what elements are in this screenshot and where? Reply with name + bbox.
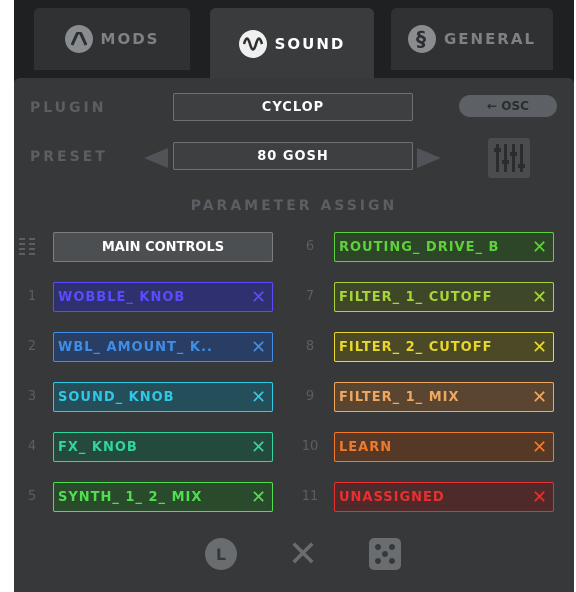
remove-assignment-icon[interactable]: ✕ (527, 437, 553, 458)
parameter-slot-label: UNASSIGNED (339, 489, 445, 505)
parameter-slot-label: FILTER_ 1_ MIX (339, 389, 460, 405)
preset-select[interactable]: 80 GOSH (173, 142, 413, 170)
main-controls-button[interactable]: MAIN CONTROLS (53, 232, 273, 262)
sound-panel: PLUGIN CYCLOP ← OSC PRESET 80 GOSH PARAM… (14, 78, 574, 592)
mixer-sliders-icon[interactable] (488, 138, 530, 178)
preset-label: PRESET (30, 149, 108, 165)
slot-number: 7 (305, 289, 315, 304)
list-icon (19, 238, 39, 256)
parameter-slot-label: LEARN (339, 439, 393, 455)
parameter-slot[interactable]: FX_ KNOB ✕ (53, 432, 273, 462)
clear-all-button[interactable]: ✕ (287, 534, 319, 575)
parameter-slot[interactable]: LEARN ✕ (334, 432, 554, 462)
remove-assignment-icon[interactable]: ✕ (246, 387, 272, 408)
parameter-slot[interactable]: SOUND_ KNOB ✕ (53, 382, 273, 412)
parameter-slot-label: ROUTING_ DRIVE_ B (339, 239, 500, 255)
slot-number: 11 (301, 489, 319, 504)
prev-preset-arrow-icon[interactable] (144, 148, 168, 168)
parameter-slot[interactable]: UNASSIGNED ✕ (334, 482, 554, 512)
randomize-dice-icon[interactable] (369, 538, 401, 570)
tab-sound-label: SOUND (274, 35, 346, 53)
tab-general-label: GENERAL (443, 30, 537, 48)
parameter-slot[interactable]: WBL_ AMOUNT_ K.. ✕ (53, 332, 273, 362)
next-preset-arrow-icon[interactable] (417, 148, 441, 168)
remove-assignment-icon[interactable]: ✕ (246, 487, 272, 508)
remove-assignment-icon[interactable]: ✕ (527, 287, 553, 308)
parameter-slot[interactable]: FILTER_ 1_ MIX ✕ (334, 382, 554, 412)
clear-icon: ✕ (287, 533, 319, 575)
parameter-slot-label: WBL_ AMOUNT_ K.. (58, 339, 213, 355)
parameter-slot-label: FILTER_ 2_ CUTOFF (339, 339, 493, 355)
slot-number: 9 (305, 389, 315, 404)
parameter-slot[interactable]: WOBBLE_ KNOB ✕ (53, 282, 273, 312)
parameter-slot-label: SOUND_ KNOB (58, 389, 175, 405)
tab-general[interactable]: § GENERAL (391, 8, 553, 70)
parameter-slot[interactable]: SYNTH_ 1_ 2_ MIX ✕ (53, 482, 273, 512)
parameter-slot-label: FILTER_ 1_ CUTOFF (339, 289, 493, 305)
parameter-slot-label: SYNTH_ 1_ 2_ MIX (58, 489, 203, 505)
plugin-label: PLUGIN (30, 100, 107, 116)
slot-number: 4 (27, 439, 37, 454)
sine-wave-icon (238, 30, 267, 58)
plugin-window: MODS SOUND § GENERAL PLUGIN CYCLOP ← OSC… (14, 0, 574, 592)
parameter-slot-label: FX_ KNOB (58, 439, 138, 455)
lock-button[interactable]: L (205, 538, 237, 570)
slot-number: 2 (27, 339, 37, 354)
parameter-slot[interactable]: FILTER_ 1_ CUTOFF ✕ (334, 282, 554, 312)
slot-number: 5 (27, 489, 37, 504)
remove-assignment-icon[interactable]: ✕ (527, 337, 553, 358)
slot-number: 10 (301, 439, 319, 454)
slot-number: 6 (305, 239, 315, 254)
remove-assignment-icon[interactable]: ✕ (527, 237, 553, 258)
slot-number: 8 (305, 339, 315, 354)
remove-assignment-icon[interactable]: ✕ (246, 337, 272, 358)
tab-sound[interactable]: SOUND (210, 8, 374, 80)
parameter-assign-heading: PARAMETER ASSIGN (190, 198, 398, 214)
remove-assignment-icon[interactable]: ✕ (527, 387, 553, 408)
remove-assignment-icon[interactable]: ✕ (246, 287, 272, 308)
remove-assignment-icon[interactable]: ✕ (527, 487, 553, 508)
parameter-slot[interactable]: ROUTING_ DRIVE_ B ✕ (334, 232, 554, 262)
osc-button[interactable]: ← OSC (459, 95, 557, 117)
lock-label: L (215, 544, 227, 564)
waveform-arc-icon (64, 25, 93, 53)
parameter-slot-label: WOBBLE_ KNOB (58, 289, 186, 305)
tab-mods-label: MODS (100, 30, 160, 48)
section-icon: § (407, 25, 436, 53)
slot-number: 1 (27, 289, 37, 304)
remove-assignment-icon[interactable]: ✕ (246, 437, 272, 458)
tab-mods[interactable]: MODS (34, 8, 190, 70)
plugin-select[interactable]: CYCLOP (173, 93, 413, 121)
slot-number: 3 (27, 389, 37, 404)
parameter-slot[interactable]: FILTER_ 2_ CUTOFF ✕ (334, 332, 554, 362)
